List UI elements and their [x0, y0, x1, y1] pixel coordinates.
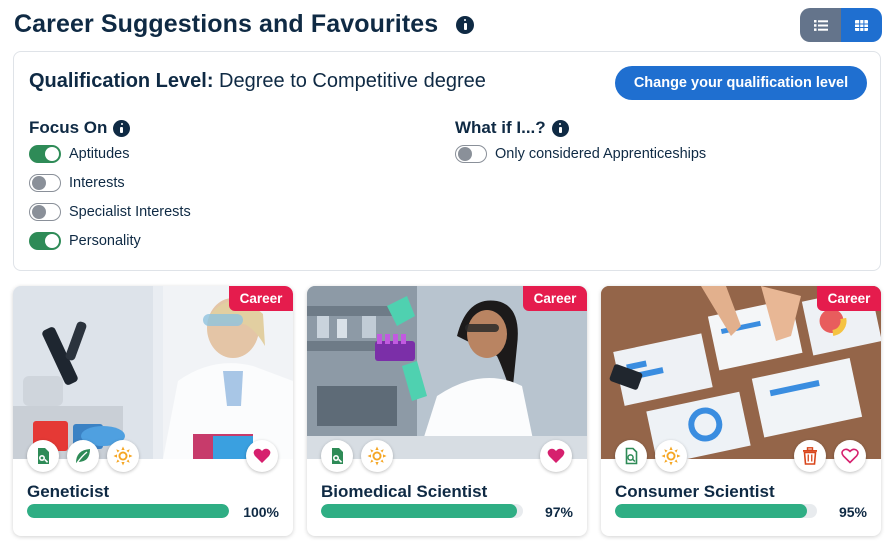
what-if-label: What if I...? — [455, 118, 546, 137]
toggle-label: Interests — [69, 175, 125, 191]
career-badge: Career — [229, 286, 293, 311]
trash-icon — [803, 447, 817, 465]
career-image — [307, 286, 587, 459]
toggle-label: Only considered Apprenticeships — [495, 146, 707, 162]
remove-button[interactable] — [794, 440, 826, 472]
personality-badge — [655, 440, 687, 472]
heart-outline-icon — [841, 448, 859, 464]
toggle-apprenticeships[interactable]: Only considered Apprenticeships — [455, 145, 706, 163]
match-percentage: 95% — [838, 504, 867, 520]
toggle-switch-on[interactable] — [29, 232, 61, 250]
toggle-label: Personality — [69, 233, 141, 249]
toggle-interests[interactable]: Interests — [29, 174, 125, 192]
qualification-value: Degree to Competitive degree — [219, 70, 486, 92]
match-progress-fill — [321, 504, 517, 518]
interest-badge — [67, 440, 99, 472]
qualification-label: Qualification Level: — [29, 70, 214, 92]
aptitude-badge — [321, 440, 353, 472]
leaf-icon — [76, 449, 90, 464]
qualification-level: Qualification Level: Degree to Competiti… — [29, 70, 486, 93]
career-image — [13, 286, 293, 459]
sun-icon — [113, 446, 133, 466]
match-progress-bar — [615, 504, 817, 518]
career-badge: Career — [523, 286, 587, 311]
sun-icon — [661, 446, 681, 466]
toggle-label: Specialist Interests — [69, 204, 191, 220]
match-percentage: 97% — [544, 504, 573, 520]
info-icon — [456, 16, 474, 34]
heart-filled-icon — [547, 448, 565, 463]
match-progress-bar — [321, 504, 523, 518]
grid-icon — [855, 19, 868, 31]
career-card-biomedical-scientist[interactable]: Career Biomedical Scientist 97% — [307, 286, 587, 536]
favourite-button[interactable] — [246, 440, 278, 472]
aptitude-doc-icon — [332, 448, 343, 464]
focus-on-label: Focus On — [29, 118, 108, 137]
favourite-button[interactable] — [540, 440, 572, 472]
focus-on-heading: Focus On — [29, 118, 131, 138]
title-info-button[interactable] — [456, 16, 474, 39]
match-progress-fill — [27, 504, 229, 518]
list-icon — [813, 19, 828, 31]
aptitude-doc-outline-icon — [625, 447, 638, 465]
career-image — [601, 286, 881, 459]
page-title: Career Suggestions and Favourites — [14, 10, 439, 38]
aptitude-badge — [615, 440, 647, 472]
heart-filled-icon — [253, 448, 271, 463]
toggle-switch-off[interactable] — [29, 203, 61, 221]
match-percentage: 100% — [243, 504, 279, 520]
career-badge: Career — [817, 286, 881, 311]
aptitude-badge — [27, 440, 59, 472]
match-progress-fill — [615, 504, 807, 518]
career-card-geneticist[interactable]: Career Geneticist 100% — [13, 286, 293, 536]
list-view-button[interactable] — [800, 8, 841, 42]
toggle-switch-off[interactable] — [455, 145, 487, 163]
match-progress-bar — [27, 504, 229, 518]
aptitude-doc-icon — [38, 448, 49, 464]
sun-icon — [367, 446, 387, 466]
career-name[interactable]: Consumer Scientist — [615, 482, 775, 502]
toggle-switch-off[interactable] — [29, 174, 61, 192]
view-toggle — [800, 8, 882, 42]
personality-badge — [107, 440, 139, 472]
career-name[interactable]: Biomedical Scientist — [321, 482, 487, 502]
page-header: Career Suggestions and Favourites — [14, 6, 882, 44]
info-icon[interactable] — [551, 119, 569, 137]
change-qualification-button[interactable]: Change your qualification level — [615, 66, 867, 100]
toggle-personality[interactable]: Personality — [29, 232, 141, 250]
toggle-switch-on[interactable] — [29, 145, 61, 163]
grid-view-button[interactable] — [841, 8, 882, 42]
personality-badge — [361, 440, 393, 472]
settings-card: Qualification Level: Degree to Competiti… — [13, 51, 881, 271]
toggle-aptitudes[interactable]: Aptitudes — [29, 145, 129, 163]
info-icon[interactable] — [113, 119, 131, 137]
career-card-consumer-scientist[interactable]: Career Consumer Scientist 95% — [601, 286, 881, 536]
career-name[interactable]: Geneticist — [27, 482, 109, 502]
toggle-label: Aptitudes — [69, 146, 130, 162]
toggle-specialist-interests[interactable]: Specialist Interests — [29, 203, 191, 221]
favourite-button[interactable] — [834, 440, 866, 472]
what-if-heading: What if I...? — [455, 118, 569, 138]
